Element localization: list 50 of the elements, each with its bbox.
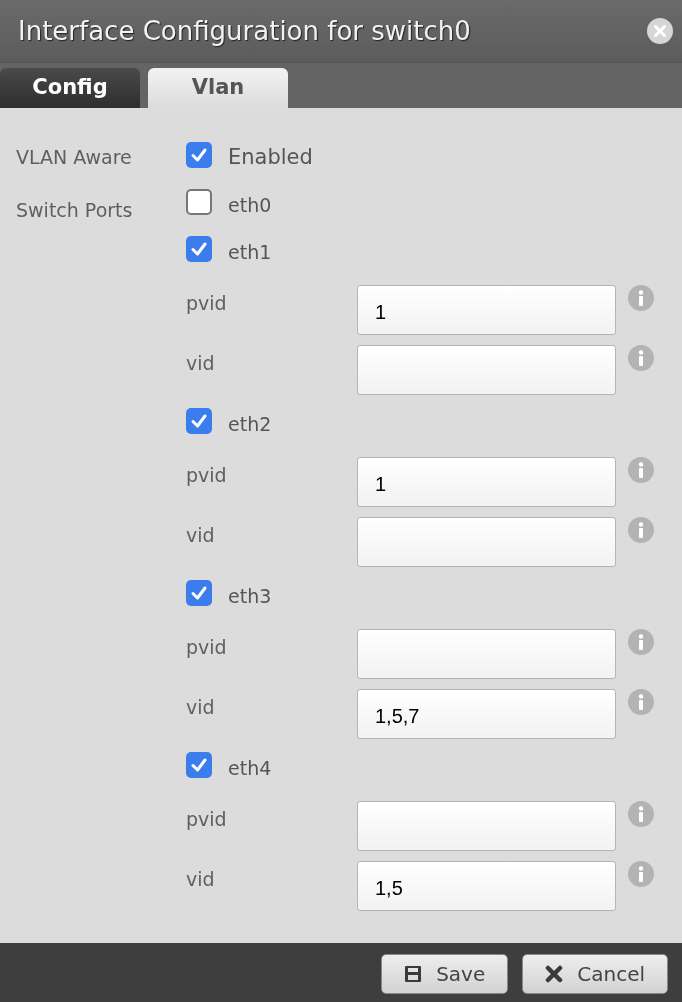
checkbox[interactable] — [186, 408, 212, 434]
field-label: Switch Ports — [16, 197, 134, 223]
save-button[interactable]: Save — [381, 954, 509, 994]
checkmark-icon — [190, 584, 208, 602]
input-field[interactable]: 1,5,7 — [357, 689, 616, 739]
close-icon[interactable] — [646, 17, 674, 45]
field-label: vid — [186, 867, 216, 892]
info-icon[interactable] — [628, 689, 654, 715]
input-field[interactable]: 1 — [357, 457, 616, 507]
tab[interactable]: Config — [0, 68, 140, 108]
checkmark-icon — [190, 240, 208, 258]
info-icon[interactable] — [628, 345, 654, 371]
info-icon[interactable] — [628, 457, 654, 483]
field-label: vid — [186, 695, 216, 720]
input-field[interactable] — [357, 629, 616, 679]
checkbox[interactable] — [186, 580, 212, 606]
checkbox[interactable] — [186, 189, 212, 215]
checkmark-icon — [190, 146, 208, 164]
checkbox-label: eth0 — [228, 192, 272, 218]
field-label: pvid — [186, 291, 228, 316]
checkbox-label: eth2 — [228, 411, 272, 437]
checkbox-label: Enabled — [228, 144, 313, 172]
info-icon[interactable] — [628, 629, 654, 655]
checkbox-label: eth3 — [228, 583, 272, 609]
input-field[interactable] — [357, 801, 616, 851]
checkbox[interactable] — [186, 142, 212, 168]
checkbox-label: eth4 — [228, 755, 272, 781]
checkmark-icon — [190, 756, 208, 774]
field-label: pvid — [186, 807, 228, 832]
input-field[interactable]: 1 — [357, 285, 616, 335]
checkmark-icon — [190, 412, 208, 430]
field-label: vid — [186, 351, 216, 376]
checkbox[interactable] — [186, 236, 212, 262]
input-field[interactable]: 1,5 — [357, 861, 616, 911]
field-label: pvid — [186, 463, 228, 488]
window-title: Interface Configuration for switch0 — [18, 14, 471, 48]
info-icon[interactable] — [628, 517, 654, 543]
field-label: vid — [186, 523, 216, 548]
info-icon[interactable] — [628, 285, 654, 311]
cancel-button[interactable]: Cancel — [522, 954, 668, 994]
checkbox-label: eth1 — [228, 239, 272, 265]
field-label: pvid — [186, 635, 228, 660]
checkbox[interactable] — [186, 752, 212, 778]
field-label: VLAN Aware — [16, 145, 133, 170]
info-icon[interactable] — [628, 801, 654, 827]
input-field[interactable] — [357, 517, 616, 567]
input-field[interactable] — [357, 345, 616, 395]
tab[interactable]: Vlan — [148, 68, 288, 108]
close-icon — [545, 965, 564, 983]
info-icon[interactable] — [628, 861, 654, 887]
